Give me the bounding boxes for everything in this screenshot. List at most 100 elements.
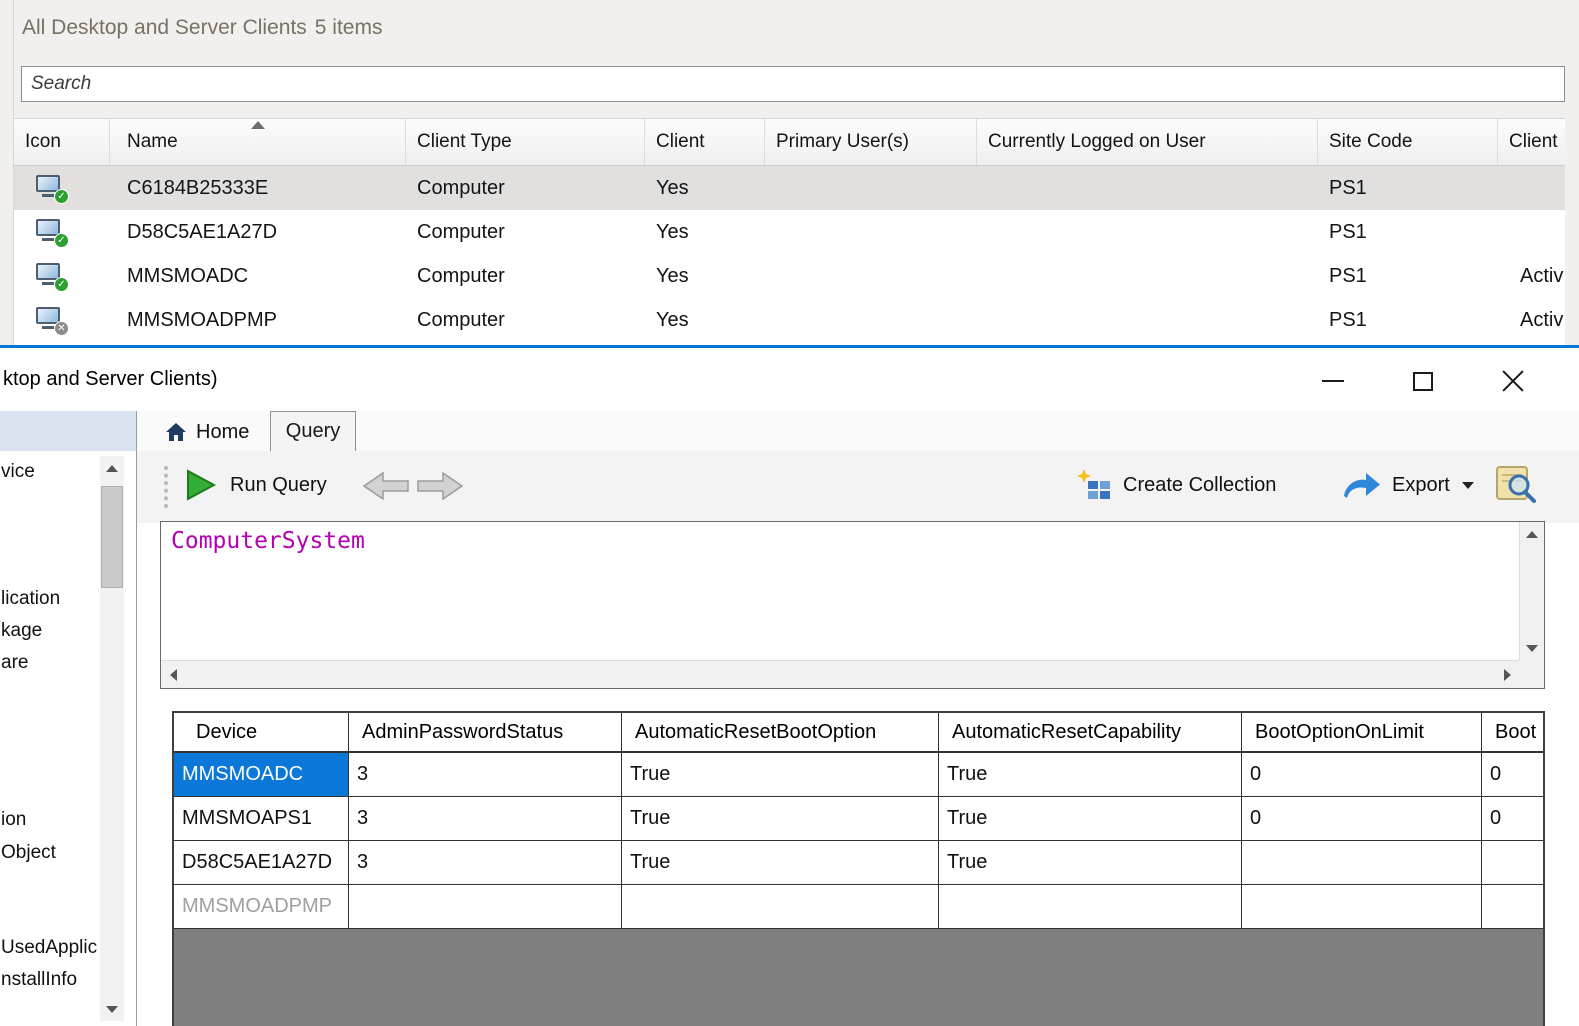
result-cell[interactable]: True — [622, 753, 939, 796]
client-flag: Yes — [645, 210, 765, 254]
result-cell[interactable]: 0 — [1242, 797, 1482, 840]
result-cell-device[interactable]: MMSMOADC — [174, 753, 349, 796]
sidebar-item[interactable]: UsedApplic — [1, 937, 97, 959]
result-cell[interactable] — [1482, 841, 1545, 884]
result-column-automatic-reset-boot-option[interactable]: AutomaticResetBootOption — [622, 713, 939, 751]
column-header-icon[interactable]: Icon — [14, 119, 110, 165]
screen: All Desktop and Server Clients5 items Ic… — [0, 0, 1579, 1026]
result-cell[interactable] — [1242, 885, 1482, 928]
result-cell[interactable]: 0 — [1482, 797, 1545, 840]
tab-home[interactable]: Home — [152, 413, 263, 451]
column-header-client-activity[interactable]: Client — [1498, 119, 1565, 165]
site-code: PS1 — [1318, 166, 1498, 210]
computer-online-icon — [36, 175, 66, 202]
site-code: PS1 — [1318, 210, 1498, 254]
export-button[interactable]: Export — [1342, 471, 1474, 499]
tab-query[interactable]: Query — [270, 411, 356, 451]
scroll-down-arrow[interactable] — [1520, 636, 1544, 660]
create-collection-button[interactable]: Create Collection — [1075, 468, 1276, 502]
sidebar-item[interactable]: vice — [1, 461, 35, 483]
client-icon-cell — [14, 210, 110, 254]
result-cell-device[interactable]: MMSMOADPMP — [174, 885, 349, 928]
result-cell[interactable] — [622, 885, 939, 928]
query-text-area[interactable]: ComputerSystem — [161, 522, 1519, 660]
client-row[interactable]: MMSMOADC Computer Yes PS1 Activ — [14, 254, 1565, 298]
result-cell-device[interactable]: D58C5AE1A27D — [174, 841, 349, 884]
result-cell[interactable]: 3 — [349, 797, 622, 840]
column-header-client[interactable]: Client — [645, 119, 765, 165]
client-type: Computer — [406, 166, 645, 210]
client-type: Computer — [406, 254, 645, 298]
result-cell[interactable]: True — [622, 797, 939, 840]
result-cell[interactable]: True — [939, 753, 1242, 796]
minimize-button[interactable] — [1301, 356, 1365, 406]
client-row[interactable]: C6184B25333E Computer Yes PS1 — [14, 166, 1565, 210]
export-label: Export — [1392, 474, 1450, 497]
column-header-client-type[interactable]: Client Type — [406, 119, 645, 165]
result-cell[interactable]: 0 — [1482, 753, 1545, 796]
editor-horizontal-scrollbar[interactable] — [161, 660, 1519, 688]
result-cell[interactable]: True — [622, 841, 939, 884]
sidebar-item[interactable]: lication — [1, 588, 60, 610]
result-cell[interactable] — [1482, 885, 1545, 928]
scroll-left-arrow[interactable] — [161, 663, 185, 687]
create-collection-label: Create Collection — [1123, 474, 1276, 497]
toolbar-grip[interactable] — [164, 466, 168, 508]
result-cell[interactable] — [349, 885, 622, 928]
result-cell[interactable]: 3 — [349, 753, 622, 796]
editor-vertical-scrollbar[interactable] — [1519, 522, 1544, 660]
result-cell[interactable]: 3 — [349, 841, 622, 884]
maximize-icon — [1413, 372, 1433, 391]
run-query-button[interactable]: Run Query — [186, 469, 327, 501]
status-ok-badge-icon — [54, 277, 69, 292]
client-icon-cell — [14, 298, 110, 342]
client-row[interactable]: D58C5AE1A27D Computer Yes PS1 — [14, 210, 1565, 254]
column-header-primary-users[interactable]: Primary User(s) — [765, 119, 977, 165]
result-cell[interactable]: True — [939, 797, 1242, 840]
client-activity: Activ — [1498, 298, 1565, 342]
result-row-pending: MMSMOADPMP — [174, 885, 1543, 929]
result-cell[interactable]: 0 — [1242, 753, 1482, 796]
column-header-site-code[interactable]: Site Code — [1318, 119, 1498, 165]
scroll-up-arrow[interactable] — [100, 456, 124, 480]
sidebar-item[interactable]: Object — [1, 842, 56, 864]
result-cell[interactable] — [1242, 841, 1482, 884]
column-header-logged-on-user[interactable]: Currently Logged on User — [977, 119, 1318, 165]
sort-ascending-icon — [251, 121, 265, 129]
scrollbar-thumb[interactable] — [101, 486, 123, 588]
clients-table: Icon Name Client Type Client Primary Use… — [14, 118, 1565, 345]
scroll-up-arrow[interactable] — [1520, 522, 1544, 546]
sidebar-item[interactable]: ion — [1, 809, 26, 831]
scroll-down-arrow[interactable] — [100, 997, 124, 1021]
result-column-boot[interactable]: Boot — [1482, 713, 1545, 751]
scroll-right-arrow[interactable] — [1495, 663, 1519, 687]
result-cell-device[interactable]: MMSMOAPS1 — [174, 797, 349, 840]
result-cell[interactable]: True — [939, 841, 1242, 884]
result-column-device[interactable]: Device — [174, 713, 349, 751]
site-code: PS1 — [1318, 298, 1498, 342]
forward-button[interactable] — [417, 472, 463, 500]
result-column-admin-password-status[interactable]: AdminPasswordStatus — [349, 713, 622, 751]
result-column-boot-option-on-limit[interactable]: BootOptionOnLimit — [1242, 713, 1482, 751]
sidebar-item[interactable]: kage — [1, 620, 42, 642]
result-column-automatic-reset-capability[interactable]: AutomaticResetCapability — [939, 713, 1242, 751]
client-name: C6184B25333E — [110, 166, 406, 210]
query-editor: ComputerSystem — [160, 521, 1545, 689]
result-cell[interactable] — [939, 885, 1242, 928]
client-name: MMSMOADC — [110, 254, 406, 298]
sidebar-scrollbar[interactable] — [100, 456, 124, 1021]
title-bar[interactable]: ktop and Server Clients) — [0, 351, 1579, 411]
result-row: D58C5AE1A27D 3 True True — [174, 841, 1543, 885]
sidebar-item[interactable]: nstallInfo — [1, 969, 77, 991]
back-arrow-icon — [364, 473, 408, 499]
search-input[interactable] — [21, 66, 1565, 102]
panel-title-text: All Desktop and Server Clients — [22, 16, 307, 39]
back-button[interactable] — [363, 472, 409, 500]
close-button[interactable] — [1481, 356, 1545, 406]
maximize-button[interactable] — [1391, 356, 1455, 406]
client-row[interactable]: MMSMOADPMP Computer Yes PS1 Activ — [14, 298, 1565, 342]
sidebar-item[interactable]: are — [1, 652, 28, 674]
browse-button[interactable] — [1495, 463, 1537, 508]
scrollbar-corner — [1519, 660, 1544, 688]
client-type: Computer — [406, 298, 645, 342]
